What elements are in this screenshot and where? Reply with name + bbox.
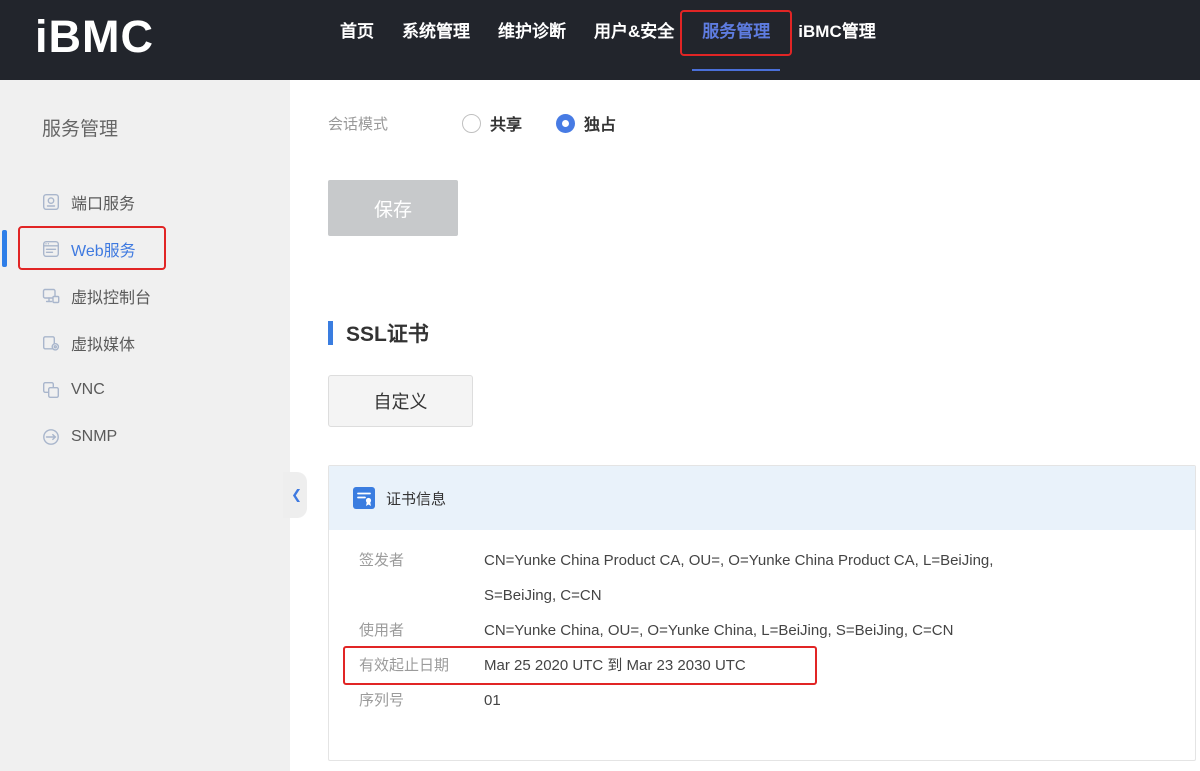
sidebar-item[interactable]: 虚拟控制台 — [0, 272, 290, 319]
sidebar-item-label: 端口服务 — [71, 190, 135, 214]
sidebar-item-label: 虚拟媒体 — [71, 331, 135, 355]
radio-icon[interactable] — [462, 114, 481, 133]
sidebar-title: 服务管理 — [0, 80, 290, 140]
certificate-row-value: 01 — [484, 683, 501, 718]
nav-item[interactable]: 用户&安全 — [594, 0, 674, 80]
port-services-icon — [42, 193, 60, 211]
session-mode-radio-option[interactable]: 共享 — [462, 111, 522, 135]
ibmc-logo: iBMC — [35, 11, 154, 63]
nav-item-label: 系统管理 — [402, 22, 470, 41]
certificate-icon — [353, 487, 375, 509]
section-accent-bar — [328, 321, 333, 345]
certificate-panel-title: 证书信息 — [386, 488, 446, 509]
certificate-row: 序列号 01 — [359, 683, 1165, 718]
radio-icon[interactable] — [556, 114, 575, 133]
top-header: iBMC 首页 系统管理 维护诊断 — [0, 0, 1200, 80]
save-button[interactable]: 保存 — [328, 180, 458, 236]
main-content: 会话模式 共享 独占 保存 SSL证书 自定义 — [290, 80, 1200, 771]
sidebar-item-label: SNMP — [71, 428, 117, 446]
session-mode-label: 会话模式 — [328, 113, 462, 134]
top-nav: 首页 系统管理 维护诊断 用户&安全 — [340, 0, 876, 80]
sidebar-item-label: 虚拟控制台 — [71, 284, 151, 308]
active-item-indicator — [2, 230, 7, 267]
certificate-info-panel: 证书信息 签发者 CN=Yunke China Product CA, OU=,… — [328, 465, 1196, 761]
certificate-row: 使用者 CN=Yunke China, OU=, O=Yunke China, … — [359, 613, 1165, 648]
vnc-icon — [42, 381, 60, 399]
sidebar-item[interactable]: Web服务 — [0, 225, 290, 272]
virtual-media-icon — [42, 334, 60, 352]
certificate-details: 签发者 CN=Yunke China Product CA, OU=, O=Yu… — [329, 530, 1195, 718]
certificate-row: 签发者 CN=Yunke China Product CA, OU=, O=Yu… — [359, 543, 1165, 613]
nav-item-label: 用户&安全 — [594, 22, 674, 41]
certificate-panel-header: 证书信息 — [329, 466, 1195, 530]
certificate-row-label: 序列号 — [359, 683, 484, 718]
certificate-row-value: Mar 25 2020 UTC 到 Mar 23 2030 UTC — [484, 648, 746, 683]
certificate-row-value: CN=Yunke China, OU=, O=Yunke China, L=Be… — [484, 613, 953, 648]
nav-item-label: iBMC管理 — [798, 22, 875, 41]
certificate-row: 有效起止日期 Mar 25 2020 UTC 到 Mar 23 2030 UTC — [359, 648, 1165, 683]
chevron-left-icon: ❮ — [291, 487, 302, 503]
nav-item[interactable]: iBMC管理 — [798, 0, 875, 80]
certificate-row-label: 使用者 — [359, 613, 484, 648]
certificate-row-label: 有效起止日期 — [359, 648, 484, 683]
sidebar-item[interactable]: SNMP — [0, 413, 290, 460]
session-mode-radio-group: 共享 独占 — [462, 111, 616, 135]
radio-option-label: 独占 — [584, 111, 616, 135]
ssl-section-heading: SSL证书 — [346, 318, 429, 348]
sidebar-menu: 端口服务 Web服务 虚拟控制台 — [0, 178, 290, 460]
certificate-row-label: 签发者 — [359, 543, 484, 613]
custom-certificate-button[interactable]: 自定义 — [328, 375, 473, 427]
annotation-box-sidebar — [18, 226, 166, 270]
radio-option-label: 共享 — [490, 111, 522, 135]
sidebar-item-label: VNC — [71, 381, 105, 399]
session-mode-row: 会话模式 共享 独占 — [328, 110, 1200, 136]
nav-item-label: 首页 — [340, 22, 374, 41]
sidebar: 服务管理 端口服务 Web服务 — [0, 80, 290, 771]
ssl-section-title: SSL证书 — [328, 320, 1200, 346]
sidebar-collapse-button[interactable]: ❮ — [283, 472, 307, 518]
nav-item[interactable]: 服务管理 — [702, 0, 770, 80]
session-mode-radio-option[interactable]: 独占 — [556, 111, 616, 135]
virtual-console-icon — [42, 287, 60, 305]
sidebar-item[interactable]: VNC — [0, 366, 290, 413]
sidebar-item[interactable]: 虚拟媒体 — [0, 319, 290, 366]
active-tab-underline — [692, 69, 780, 71]
page: iBMC 首页 系统管理 维护诊断 — [0, 0, 1200, 771]
snmp-icon — [42, 428, 60, 446]
nav-item[interactable]: 首页 — [340, 0, 374, 80]
nav-item-label: 维护诊断 — [498, 22, 566, 41]
annotation-box-nav — [680, 10, 792, 56]
nav-item[interactable]: 维护诊断 — [498, 0, 566, 80]
certificate-row-value: CN=Yunke China Product CA, OU=, O=Yunke … — [484, 543, 1044, 613]
sidebar-item[interactable]: 端口服务 — [0, 178, 290, 225]
nav-item[interactable]: 系统管理 — [402, 0, 470, 80]
